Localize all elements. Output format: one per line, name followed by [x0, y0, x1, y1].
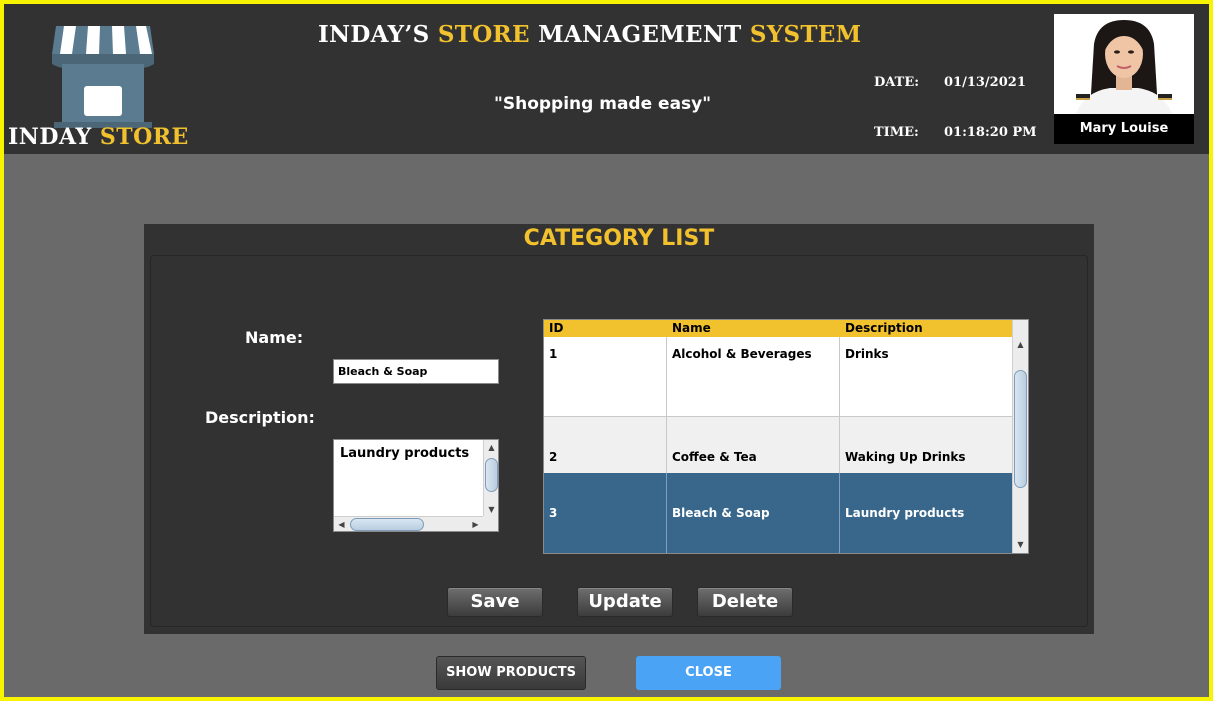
description-horizontal-scrollbar[interactable]: ◀ ▶: [334, 516, 484, 531]
column-header-name[interactable]: Name: [667, 320, 840, 337]
table-header: ID Name Description: [544, 320, 1013, 337]
scroll-up-icon[interactable]: ▲: [1013, 337, 1028, 352]
title-word-2: STORE: [437, 21, 530, 48]
name-label: Name:: [245, 328, 304, 347]
cell-description: Drinks: [845, 347, 889, 361]
title-word-1: INDAY’S: [318, 21, 438, 48]
time-value: 01:18:20 PM: [944, 125, 1037, 140]
user-photo: [1054, 14, 1194, 114]
table-row-selected[interactable]: 3 Bleach & Soap Laundry products: [544, 473, 1013, 553]
panel-content: Name: Description: Laundry products ▲ ▼ …: [150, 255, 1088, 627]
show-products-button[interactable]: SHOW PRODUCTS: [436, 656, 586, 690]
system-title: INDAY’S STORE MANAGEMENT SYSTEM: [318, 21, 861, 48]
category-panel: CATEGORY LIST Name: Description: Laundry…: [144, 224, 1094, 634]
description-label: Description:: [205, 408, 315, 427]
tagline: "Shopping made easy": [494, 94, 712, 114]
date-label: DATE:: [874, 75, 920, 90]
app-window: INDAY STORE INDAY’S STORE MANAGEMENT SYS…: [4, 4, 1209, 697]
description-field[interactable]: Laundry products ▲ ▼ ◀ ▶: [333, 439, 499, 532]
cell-id: 3: [544, 473, 667, 553]
user-profile: Mary Louise: [1054, 14, 1194, 144]
horizontal-scroll-thumb[interactable]: [350, 518, 424, 531]
vertical-scroll-thumb[interactable]: [485, 458, 498, 492]
column-header-description[interactable]: Description: [840, 320, 1013, 337]
scroll-up-icon[interactable]: ▲: [484, 440, 499, 455]
cell-description: Laundry products: [845, 506, 965, 520]
logo-word-store: STORE: [99, 124, 189, 150]
logo-text: INDAY STORE: [8, 124, 189, 150]
update-button[interactable]: Update: [577, 587, 673, 617]
scroll-down-icon[interactable]: ▼: [484, 502, 499, 517]
delete-button[interactable]: Delete: [697, 587, 793, 617]
cell-name: Alcohol & Beverages: [667, 337, 840, 417]
scroll-down-icon[interactable]: ▼: [1013, 537, 1028, 552]
category-table[interactable]: ID Name Description 1 Alcohol & Beverage…: [543, 319, 1029, 554]
table-scroll-thumb[interactable]: [1014, 370, 1027, 488]
scroll-corner: [483, 516, 498, 531]
logo-word-inday: INDAY: [8, 124, 100, 150]
close-button[interactable]: CLOSE: [636, 656, 781, 690]
header-bar: INDAY STORE INDAY’S STORE MANAGEMENT SYS…: [4, 4, 1209, 154]
title-word-4: SYSTEM: [749, 21, 862, 48]
description-text: Laundry products: [340, 446, 470, 461]
date-value: 01/13/2021: [944, 75, 1026, 90]
title-word-3: MANAGEMENT: [529, 21, 750, 48]
storefront-icon: [52, 26, 154, 128]
scroll-left-icon[interactable]: ◀: [334, 517, 349, 532]
table-row[interactable]: 1 Alcohol & Beverages Drinks: [544, 337, 1013, 417]
save-button[interactable]: Save: [447, 587, 543, 617]
column-header-id[interactable]: ID: [544, 320, 667, 337]
scroll-right-icon[interactable]: ▶: [468, 517, 483, 532]
description-vertical-scrollbar[interactable]: ▲ ▼: [483, 440, 498, 517]
time-label: TIME:: [874, 125, 919, 140]
panel-title: CATEGORY LIST: [523, 226, 715, 251]
user-name: Mary Louise: [1054, 114, 1194, 144]
cell-name: Bleach & Soap: [667, 473, 840, 553]
name-field[interactable]: [333, 359, 499, 384]
table-vertical-scrollbar[interactable]: ▲ ▼: [1012, 320, 1028, 553]
cell-id: 1: [544, 337, 667, 417]
